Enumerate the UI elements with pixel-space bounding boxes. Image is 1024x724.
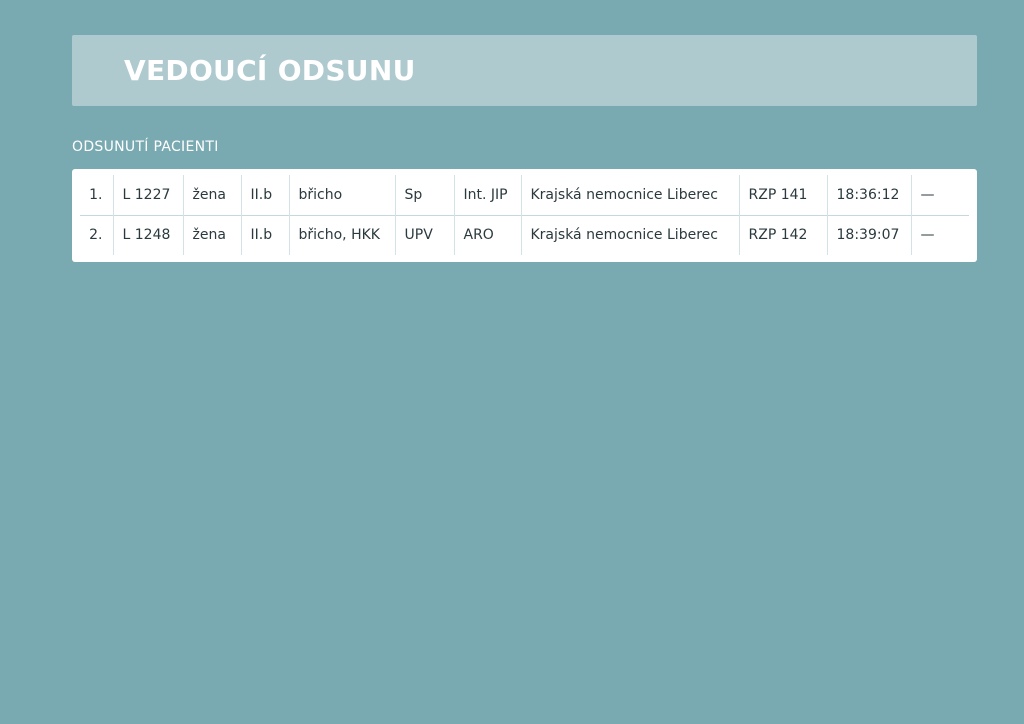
cell-vehicle: RZP 141 [738, 175, 827, 215]
cell-destination-unit: ARO [453, 214, 521, 255]
cell-index: 2. [80, 214, 113, 255]
cell-triage: II.b [240, 175, 289, 215]
cell-category: UPV [394, 214, 454, 255]
cell-injury: břicho, HKK [288, 214, 395, 255]
cell-destination-unit: Int. JIP [453, 175, 521, 215]
cell-index: 1. [89, 186, 103, 203]
cell-note: — [910, 175, 969, 215]
cell-hospital: Krajská nemocnice Liberec [520, 175, 739, 215]
cell-note: — [910, 214, 969, 255]
table-row[interactable]: 1. L 1227 žena II.b břicho Sp Int. JIP K… [80, 175, 969, 215]
cell-time: 18:36:12 [826, 175, 911, 215]
table-row[interactable]: 2. L 1248 žena II.b břicho, HKK UPV ARO … [80, 214, 969, 255]
cell-hospital: Krajská nemocnice Liberec [520, 214, 739, 255]
cell-sex: žena [182, 175, 241, 215]
cell-sex: žena [182, 214, 241, 255]
cell-injury: břicho [288, 175, 395, 215]
cell-patient-id: L 1227 [112, 175, 183, 215]
section-label: ODSUNUTÍ PACIENTI [72, 139, 219, 155]
patients-table-card: 1. L 1227 žena II.b břicho Sp Int. JIP K… [72, 169, 977, 262]
patients-table: 1. L 1227 žena II.b břicho Sp Int. JIP K… [80, 175, 969, 255]
cell-time: 18:39:07 [826, 214, 911, 255]
cell-category: Sp [394, 175, 454, 215]
cell-triage: II.b [240, 214, 289, 255]
header-banner: VEDOUCÍ ODSUNU [72, 35, 977, 106]
cell-vehicle: RZP 142 [738, 214, 827, 255]
cell-patient-id: L 1248 [112, 214, 183, 255]
page-title: VEDOUCÍ ODSUNU [124, 54, 416, 87]
